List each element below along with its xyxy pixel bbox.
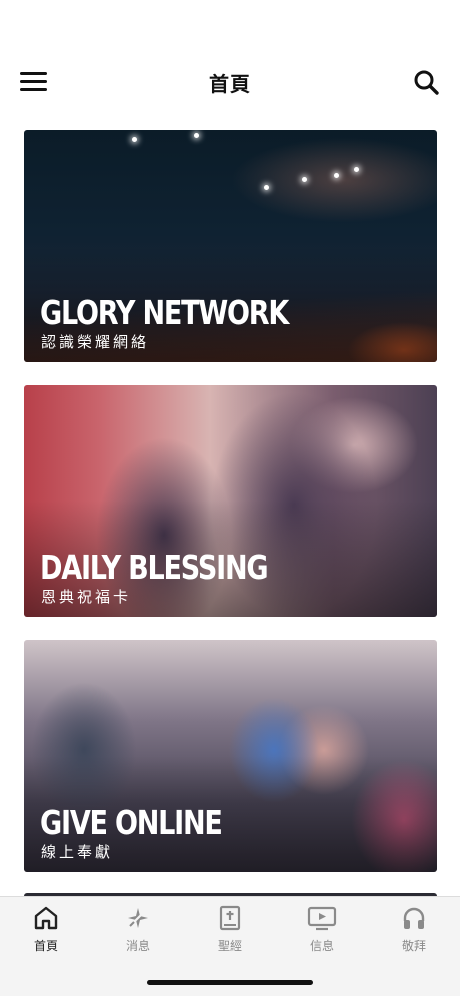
tab-label: 首頁 [33,939,58,953]
glory-network-card[interactable]: GLORY NETWORK 認識榮耀網絡 [24,130,437,362]
card-title: GLORY NETWORK [40,293,289,332]
give-online-card[interactable]: GIVE ONLINE 線上奉獻 [24,640,437,872]
tv-play-icon [307,906,337,931]
tab-news[interactable]: 消息 [92,905,184,961]
card-title: GIVE ONLINE [40,803,223,842]
tab-label: 聖經 [217,939,242,953]
daily-blessing-card[interactable]: DAILY BLESSING 恩典祝福卡 [24,385,437,617]
search-icon[interactable] [412,68,440,96]
tab-worship[interactable]: 敬拜 [368,905,460,961]
tab-bible[interactable]: 聖經 [184,905,276,961]
card-title: DAILY BLESSING [40,548,269,587]
home-indicator[interactable] [147,980,313,985]
home-icon [34,906,58,930]
card-subtitle: 恩典祝福卡 [41,588,132,606]
tab-messages[interactable]: 信息 [276,905,368,961]
tab-label: 信息 [309,939,334,953]
top-header: 首頁 [0,58,460,104]
app-screen: 首頁 GLORY NETWORK 認識榮耀網絡 DAILY BLESSING 恩… [0,0,460,996]
sparkle-icon [128,908,148,928]
bible-icon [219,905,241,931]
card-subtitle: 線上奉獻 [41,843,114,861]
card-subtitle: 認識榮耀網絡 [41,333,150,351]
page-title: 首頁 [209,72,251,96]
tab-label: 消息 [125,939,150,953]
tab-label: 敬拜 [401,939,426,953]
headphones-icon [403,907,425,929]
tab-home[interactable]: 首頁 [0,905,92,961]
